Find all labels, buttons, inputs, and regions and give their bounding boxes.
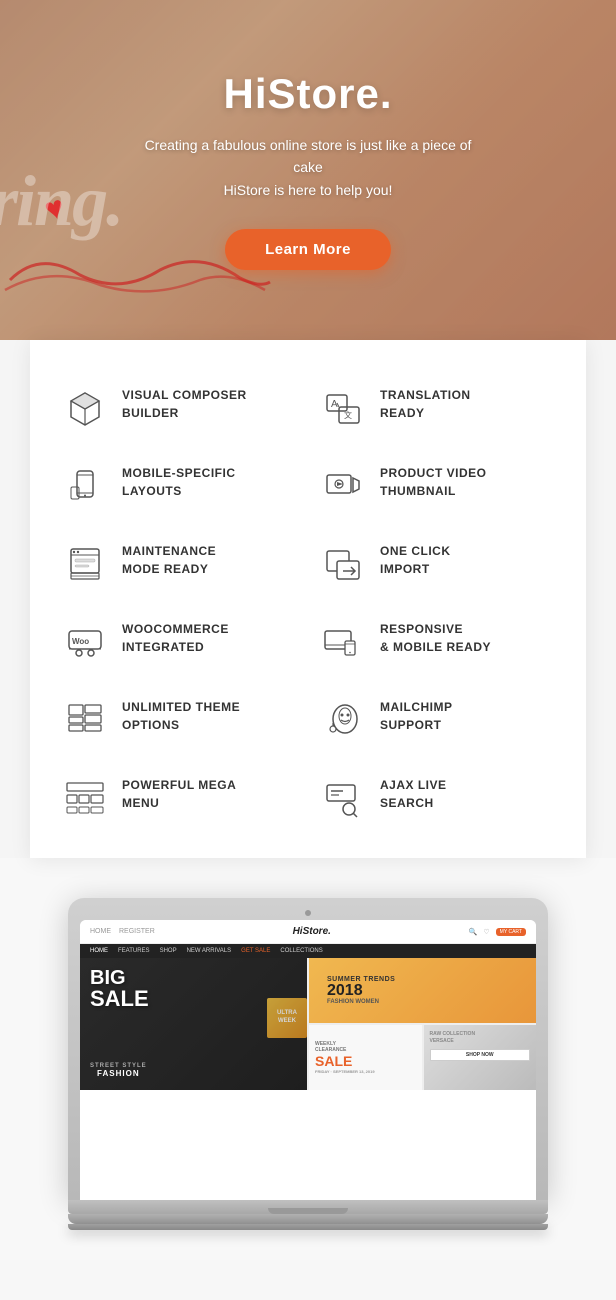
- feature-label-mega-menu: POWERFUL MEGAMENU: [122, 776, 236, 812]
- feature-ajax-search: AJAX LIVESEARCH: [308, 760, 566, 838]
- woo-icon: Woo: [62, 620, 108, 666]
- screen-cart-badge: MY CART: [496, 928, 526, 936]
- mobile-icon: [62, 464, 108, 510]
- feature-label-one-click-import: ONE CLICKIMPORT: [380, 542, 451, 578]
- laptop-device: HOME REGISTER HiStore. 🔍 ♡ MY CART: [68, 898, 548, 1230]
- feature-translation-ready: A 文 TRANSLATIONREADY: [308, 370, 566, 448]
- screen-summer-trends: SUMMER TRENDS 2018 FASHION WOMEN: [309, 958, 536, 1023]
- screen-logo: HiStore.: [293, 926, 331, 937]
- svg-text:A: A: [331, 399, 338, 410]
- laptop-camera: [305, 910, 311, 916]
- feature-label-visual-composer: VISUAL COMPOSERBUILDER: [122, 386, 247, 422]
- feature-mailchimp: MAILCHIMPSUPPORT: [308, 682, 566, 760]
- screen-nav-right: 🔍 ♡ MY CART: [469, 928, 526, 936]
- screen-search-icon-text: 🔍: [469, 928, 478, 936]
- feature-label-maintenance-mode: MAINTENANCEMODE READY: [122, 542, 216, 578]
- hero-section: ♥ ring. HiStore. Creating a fabulous onl…: [0, 0, 616, 340]
- laptop-base: [68, 1200, 548, 1214]
- svg-text:Woo: Woo: [72, 637, 89, 646]
- feature-label-woocommerce: WOOCOMMERCEINTEGRATED: [122, 620, 229, 656]
- screen-fashion-women: FASHION WOMEN: [327, 999, 518, 1005]
- screen-sale-text: SALE: [90, 988, 149, 1010]
- hero-subtitle: Creating a fabulous online store is just…: [128, 134, 488, 201]
- screen-bottom-banners: WEEKLYCLEARANCE SALE Friday · September …: [309, 1025, 536, 1090]
- svg-text:文: 文: [344, 410, 352, 420]
- feature-product-video: PRODUCT VIDEOTHUMBNAIL: [308, 448, 566, 526]
- screen-nav-link: REGISTER: [119, 928, 155, 935]
- feature-visual-composer: VISUAL COMPOSERBUILDER: [50, 370, 308, 448]
- feature-label-product-video: PRODUCT VIDEOTHUMBNAIL: [380, 464, 487, 500]
- mailchimp-icon: [320, 698, 366, 744]
- laptop-mockup-section: HOME REGISTER HiStore. 🔍 ♡ MY CART: [0, 858, 616, 1300]
- screen-year-label: 2018: [327, 983, 518, 999]
- screen-big-sale-text: BIG: [90, 968, 149, 988]
- laptop-outer-frame: HOME REGISTER HiStore. 🔍 ♡ MY CART: [68, 898, 548, 1200]
- screen-nav-link: HOME: [90, 928, 111, 935]
- feature-label-ajax-search: AJAX LIVESEARCH: [380, 776, 447, 812]
- screen-banner-left: BIG SALE STREET STYLE FASHION: [80, 958, 307, 1090]
- learn-more-button[interactable]: Learn More: [225, 229, 391, 270]
- screen-weekly-sale-text: SALE: [315, 1053, 416, 1069]
- feature-mega-menu: POWERFUL MEGAMENU: [50, 760, 308, 838]
- maintenance-icon: [62, 542, 108, 588]
- import-icon: [320, 542, 366, 588]
- cube-icon: [62, 386, 108, 432]
- screen-nav-shop: SHOP: [160, 948, 177, 954]
- screen-raw-label: RAW COLLECTIONVERSACE: [430, 1031, 531, 1045]
- screen-nav-new-arrivals: NEW ARRIVALS: [187, 948, 232, 954]
- video-icon: [320, 464, 366, 510]
- feature-mobile-layouts: MOBILE-SPECIFICLAYOUTS: [50, 448, 308, 526]
- feature-responsive: RESPONSIVE& MOBILE READY: [308, 604, 566, 682]
- features-section: VISUAL COMPOSERBUILDER A 文 TRANSLATIONRE…: [30, 340, 586, 858]
- screen-banner-right: SUMMER TRENDS 2018 FASHION WOMEN: [309, 958, 536, 1090]
- screen-navbar: HOME FEATURES SHOP NEW ARRIVALS GET SALE…: [80, 944, 536, 958]
- screen-banner-grid: BIG SALE STREET STYLE FASHION: [80, 958, 536, 1090]
- feature-unlimited-theme: UNLIMITED THEMEOPTIONS: [50, 682, 308, 760]
- hero-title: HiStore.: [223, 70, 392, 118]
- screen-nav-features: FEATURES: [118, 948, 150, 954]
- screen-nav-home: HOME: [90, 948, 108, 954]
- feature-label-mobile-layouts: MOBILE-SPECIFICLAYOUTS: [122, 464, 236, 500]
- screen-nav-collections: COLLECTIONS: [280, 948, 322, 954]
- screen-nav-left: HOME REGISTER: [90, 928, 155, 935]
- screen-date-label: Friday · September 13, 2019: [315, 1069, 416, 1074]
- feature-woocommerce: Woo WOOCOMMERCEINTEGRATED: [50, 604, 308, 682]
- laptop-screen-content: HOME REGISTER HiStore. 🔍 ♡ MY CART: [80, 920, 536, 1090]
- laptop-stand: [68, 1214, 548, 1224]
- laptop-wrapper-outer: HOME REGISTER HiStore. 🔍 ♡ MY CART: [0, 858, 616, 1260]
- feature-maintenance-mode: MAINTENANCEMODE READY: [50, 526, 308, 604]
- feature-label-unlimited-theme: UNLIMITED THEMEOPTIONS: [122, 698, 240, 734]
- screen-shop-now-btn: SHOP NOW: [430, 1049, 531, 1061]
- theme-icon: [62, 698, 108, 744]
- search-icon: [320, 776, 366, 822]
- screen-weekly-label: WEEKLYCLEARANCE: [315, 1041, 416, 1053]
- translation-icon: A 文: [320, 386, 366, 432]
- screen-raw-collection: RAW COLLECTIONVERSACE SHOP NOW: [424, 1025, 537, 1090]
- features-grid: VISUAL COMPOSERBUILDER A 文 TRANSLATIONRE…: [50, 370, 566, 838]
- responsive-icon: [320, 620, 366, 666]
- screen-nav-get-sale: GET SALE: [241, 948, 270, 954]
- feature-label-translation-ready: TRANSLATIONREADY: [380, 386, 471, 422]
- screen-wishlist-text: ♡: [483, 928, 489, 936]
- feature-label-responsive: RESPONSIVE& MOBILE READY: [380, 620, 491, 656]
- laptop-foot: [68, 1224, 548, 1230]
- menu-icon: [62, 776, 108, 822]
- screen-header: HOME REGISTER HiStore. 🔍 ♡ MY CART: [80, 920, 536, 944]
- screen-street-style: STREET STYLE FASHION: [90, 1063, 147, 1078]
- feature-label-mailchimp: MAILCHIMPSUPPORT: [380, 698, 453, 734]
- feature-one-click-import: ONE CLICKIMPORT: [308, 526, 566, 604]
- screen-weekly-clearance: WEEKLYCLEARANCE SALE Friday · September …: [309, 1025, 422, 1090]
- laptop-screen: HOME REGISTER HiStore. 🔍 ♡ MY CART: [80, 920, 536, 1200]
- hero-content: HiStore. Creating a fabulous online stor…: [128, 70, 488, 270]
